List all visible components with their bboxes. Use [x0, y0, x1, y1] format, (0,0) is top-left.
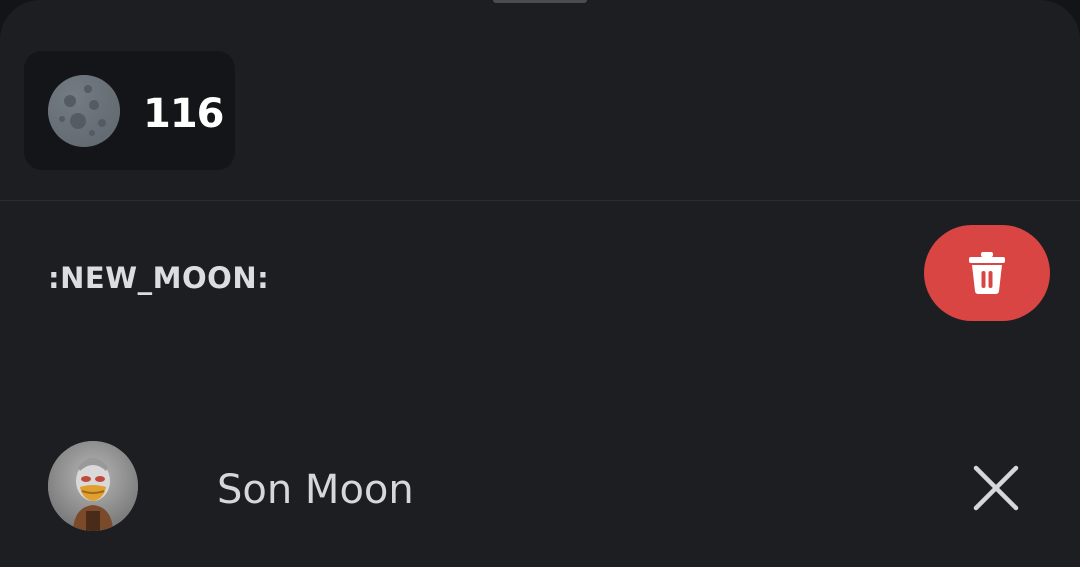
duck-avatar-icon: [48, 441, 138, 531]
divider: [0, 200, 1080, 201]
avatar[interactable]: [48, 441, 138, 531]
reactor-username: Son Moon: [217, 467, 414, 513]
remove-reaction-button[interactable]: [924, 225, 1050, 321]
reactions-bottom-sheet: 116 :NEW_MOON: Son Moon: [0, 0, 1080, 567]
drag-handle[interactable]: [493, 0, 587, 3]
emoji-name-label: :NEW_MOON:: [48, 261, 270, 295]
reaction-count: 116: [143, 91, 224, 137]
remove-reactor-button[interactable]: [966, 458, 1026, 518]
new-moon-icon: [48, 75, 120, 147]
close-icon: [973, 465, 1019, 511]
trash-icon: [969, 252, 1005, 294]
